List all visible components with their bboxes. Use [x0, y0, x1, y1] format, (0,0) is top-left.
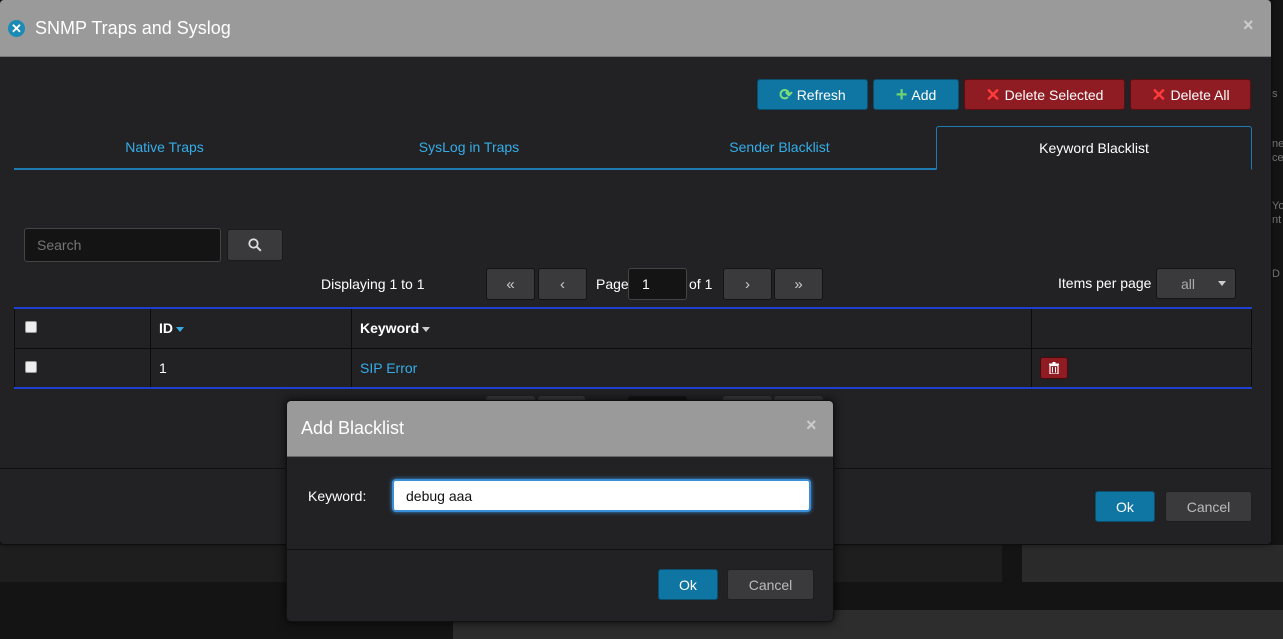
delete-all-button[interactable]: ✕ Delete All	[1130, 79, 1251, 110]
tab-native-traps[interactable]: Native Traps	[14, 126, 315, 169]
delete-selected-button[interactable]: ✕ Delete Selected	[964, 79, 1125, 110]
close-icon[interactable]: ×	[806, 415, 817, 436]
background-text-fragment: ce	[1272, 152, 1283, 164]
background-text-fragment: nt	[1272, 214, 1282, 226]
items-per-page-select[interactable]: all	[1156, 268, 1236, 299]
keyword-column-header[interactable]: Keyword	[351, 307, 1032, 349]
first-page-button[interactable]: «	[486, 268, 535, 300]
select-all-header	[14, 307, 151, 349]
add-button[interactable]: + Add	[873, 79, 959, 110]
background-text-fragment: s	[1272, 88, 1278, 100]
refresh-label: Refresh	[796, 86, 846, 103]
close-icon[interactable]: ×	[1243, 15, 1254, 36]
keyword-link[interactable]: SIP Error	[360, 360, 417, 376]
background-text-fragment: ne	[1272, 138, 1283, 150]
delete-x-icon: ✕	[1151, 84, 1167, 105]
delete-x-icon: ✕	[985, 84, 1001, 105]
background-text-fragment: D	[1272, 268, 1280, 280]
add-blacklist-header: Add Blacklist	[287, 401, 833, 457]
keyword-input[interactable]	[392, 479, 811, 512]
row-checkbox[interactable]	[25, 360, 37, 373]
sort-caret-icon	[422, 327, 431, 333]
trash-icon	[1049, 361, 1059, 374]
keyword-cell: SIP Error	[351, 347, 1032, 389]
refresh-icon: ⟳	[779, 86, 793, 104]
dialog-header: ✕ SNMP Traps and Syslog	[0, 0, 1271, 57]
search-icon	[248, 238, 262, 252]
ok-button[interactable]: Ok	[1095, 491, 1155, 522]
delete-selected-label: Delete Selected	[1004, 86, 1104, 103]
displaying-count: Displaying 1 to 1	[321, 276, 425, 292]
row-actions-cell	[1031, 347, 1252, 389]
next-page-button[interactable]: ›	[723, 268, 772, 300]
search-input[interactable]	[24, 228, 221, 262]
background-panel	[1022, 545, 1283, 582]
keyword-header-label: Keyword	[360, 320, 420, 337]
tab-sender-blacklist[interactable]: Sender Blacklist	[623, 126, 936, 169]
add-blacklist-cancel-button[interactable]: Cancel	[727, 569, 814, 600]
actions-column-header	[1031, 307, 1252, 349]
sort-caret-icon	[176, 327, 184, 333]
add-blacklist-ok-button[interactable]: Ok	[658, 569, 718, 600]
table-row: 1 SIP Error	[14, 347, 1252, 389]
background-text-fragment: Yo	[1272, 200, 1283, 212]
add-blacklist-dialog: Add Blacklist × Keyword: Ok Cancel	[286, 400, 834, 622]
add-blacklist-title: Add Blacklist	[301, 418, 405, 438]
items-per-page-value: all	[1181, 275, 1196, 292]
keyword-table: ID Keyword 1 SIP Error	[14, 307, 1252, 389]
app-logo-icon: ✕	[8, 19, 25, 37]
page-of-label: of 1	[689, 276, 713, 292]
tab-keyword-blacklist[interactable]: Keyword Blacklist	[936, 126, 1252, 170]
tab-syslog-in-traps[interactable]: SysLog in Traps	[315, 126, 623, 169]
dialog-title: SNMP Traps and Syslog	[35, 17, 231, 38]
refresh-button[interactable]: ⟳ Refresh	[757, 79, 868, 110]
page-number-input[interactable]	[628, 268, 687, 300]
keyword-label: Keyword:	[308, 488, 367, 504]
delete-all-label: Delete All	[1170, 86, 1230, 103]
cancel-button[interactable]: Cancel	[1165, 491, 1252, 522]
items-per-page-label: Items per page	[1058, 275, 1152, 291]
table-header-row: ID Keyword	[14, 307, 1252, 349]
id-header-label: ID	[159, 320, 173, 337]
search-button[interactable]	[227, 229, 283, 261]
select-all-checkbox[interactable]	[25, 321, 37, 334]
row-select-cell	[14, 347, 151, 389]
prev-page-button[interactable]: ‹	[538, 268, 587, 300]
chevron-down-icon	[1218, 281, 1226, 286]
add-label: Add	[911, 86, 937, 103]
plus-icon: +	[895, 83, 908, 106]
id-column-header[interactable]: ID	[150, 307, 352, 349]
tab-bar: Native Traps SysLog in Traps Sender Blac…	[14, 126, 1252, 170]
dialog-divider	[287, 549, 833, 550]
last-page-button[interactable]: »	[774, 268, 823, 300]
id-cell: 1	[150, 347, 352, 389]
delete-row-button[interactable]	[1040, 356, 1068, 379]
page-label: Page	[596, 276, 629, 292]
